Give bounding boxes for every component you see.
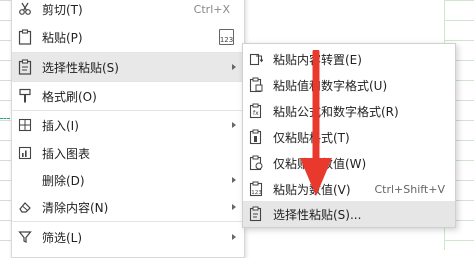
menu-item-delete[interactable]: 删除(D) bbox=[12, 166, 244, 194]
paste-icon bbox=[16, 28, 34, 46]
menu-item-cut[interactable]: 剪切(T) Ctrl+X bbox=[12, 0, 244, 23]
submenu-item-label: 粘贴内容转置(E) bbox=[273, 52, 362, 67]
menu-item-format-painter[interactable]: 格式刷(O) bbox=[12, 82, 244, 110]
menu-item-shortcut: Ctrl+X bbox=[193, 2, 230, 16]
menu-item-label: 筛选(L) bbox=[42, 230, 83, 245]
submenu-item-transpose[interactable]: 粘贴内容转置(E) bbox=[243, 46, 455, 72]
filter-icon bbox=[16, 228, 34, 246]
menu-item-clear-contents[interactable]: 清除内容(N) bbox=[12, 193, 244, 221]
menu-item-insert[interactable]: 插入(I) bbox=[12, 111, 244, 139]
svg-text:fx: fx bbox=[253, 110, 259, 117]
submenu-arrow-icon bbox=[232, 177, 236, 183]
menu-item-label: 清除内容(N) bbox=[42, 200, 109, 215]
menu-separator bbox=[12, 221, 244, 222]
eraser-icon bbox=[16, 198, 34, 216]
menu-item-insert-chart[interactable]: 插入图表 bbox=[12, 139, 244, 167]
submenu-item-shortcut: Ctrl+Shift+V bbox=[374, 182, 445, 196]
submenu-item-paste-format-only[interactable]: 仅粘贴格式(T) bbox=[243, 124, 455, 150]
paste-values-format-icon bbox=[248, 77, 264, 93]
paste-values-quick-icon[interactable]: 123 bbox=[219, 29, 234, 45]
submenu-item-paste-special-dialog[interactable]: 选择性粘贴(S)... bbox=[243, 201, 455, 227]
submenu-item-label: 仅粘贴格式(T) bbox=[273, 130, 350, 145]
menu-item-label: 格式刷(O) bbox=[42, 89, 97, 104]
submenu-item-label: 粘贴公式和数字格式(R) bbox=[273, 104, 399, 119]
submenu-item-label: 仅粘贴为数值(W) bbox=[273, 156, 367, 171]
submenu-arrow-icon bbox=[232, 122, 236, 128]
paste-special-icon bbox=[16, 58, 34, 76]
submenu-item-label: 选择性粘贴(S)... bbox=[273, 207, 362, 222]
menu-item-label: 剪切(T) bbox=[42, 2, 83, 17]
menu-item-label: 选择性粘贴(S) bbox=[42, 60, 119, 75]
scissors-icon bbox=[16, 0, 34, 18]
menu-item-label: 插入图表 bbox=[42, 146, 91, 161]
format-brush-icon bbox=[16, 87, 34, 105]
menu-item-paste-special[interactable]: 选择性粘贴(S) bbox=[12, 53, 244, 81]
transpose-icon bbox=[248, 51, 264, 67]
submenu-arrow-icon bbox=[232, 204, 236, 210]
submenu-item-values-number-format[interactable]: 粘贴值和数字格式(U) bbox=[243, 72, 455, 98]
svg-text:123: 123 bbox=[251, 190, 262, 196]
cell-selection-border bbox=[0, 118, 10, 119]
insert-chart-icon bbox=[16, 144, 34, 162]
menu-item-filter[interactable]: 筛选(L) bbox=[12, 223, 244, 251]
menu-item-label: 粘贴(P) bbox=[42, 30, 83, 45]
paste-values-icon bbox=[248, 155, 264, 171]
paste-special-submenu: 粘贴内容转置(E) 粘贴值和数字格式(U) fx 粘贴公式和数字格式(R) 仅粘… bbox=[242, 43, 456, 228]
paste-format-brush-icon bbox=[248, 129, 264, 145]
paste-number-icon: 123 bbox=[248, 181, 264, 197]
submenu-item-formula-number-format[interactable]: fx 粘贴公式和数字格式(R) bbox=[243, 98, 455, 124]
submenu-arrow-icon bbox=[232, 64, 236, 70]
context-menu: 剪切(T) Ctrl+X 粘贴(P) 123 选择性粘贴(S) 格式刷(O) 插… bbox=[11, 0, 245, 258]
menu-item-paste[interactable]: 粘贴(P) 123 bbox=[12, 23, 244, 51]
paste-special-dialog-icon bbox=[248, 206, 264, 222]
insert-icon bbox=[16, 116, 34, 134]
submenu-arrow-icon bbox=[232, 234, 236, 240]
menu-item-label: 插入(I) bbox=[42, 118, 79, 133]
paste-formula-format-icon: fx bbox=[248, 103, 264, 119]
submenu-item-label: 粘贴值和数字格式(U) bbox=[273, 78, 388, 93]
submenu-item-paste-values-only[interactable]: 仅粘贴为数值(W) bbox=[243, 150, 455, 176]
menu-item-label: 删除(D) bbox=[42, 173, 85, 188]
submenu-item-label: 粘贴为数值(V) bbox=[273, 182, 351, 197]
submenu-item-paste-as-values[interactable]: 123 粘贴为数值(V) Ctrl+Shift+V bbox=[243, 176, 455, 202]
